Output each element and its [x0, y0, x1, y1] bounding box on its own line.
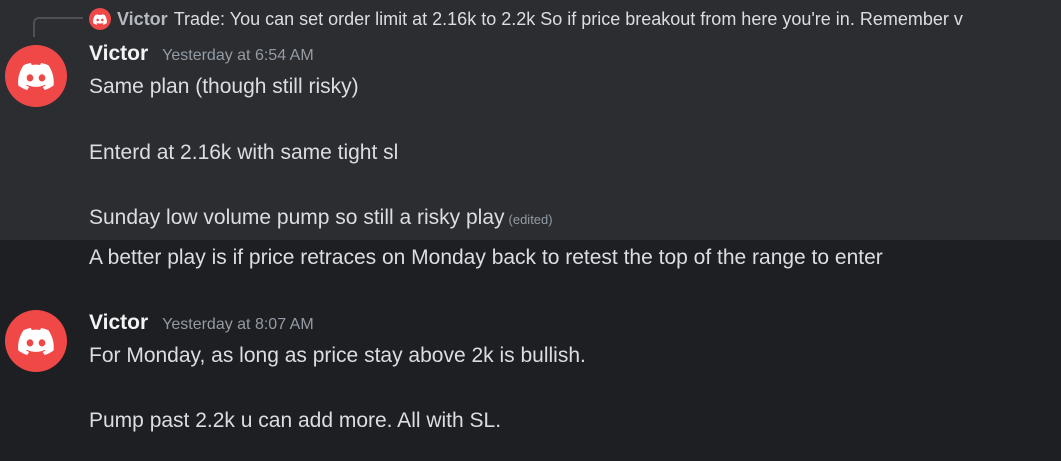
timestamp[interactable]: Yesterday at 6:54 AM: [162, 47, 314, 65]
avatar[interactable]: [5, 45, 67, 107]
message-line: Pump past 2.2k u can add more. All with …: [89, 409, 502, 432]
reply-avatar[interactable]: [89, 8, 111, 30]
reply-text[interactable]: Trade: You can set order limit at 2.16k …: [174, 9, 963, 30]
message-hover-highlight: [0, 0, 1061, 240]
message-line: Same plan (though still risky): [89, 75, 359, 98]
reply-preview[interactable]: Victor Trade: You can set order limit at…: [89, 7, 963, 31]
discord-logo-icon: [93, 13, 107, 25]
message-line: Sunday low volume pump so still a risky …: [89, 206, 553, 230]
message-line: A better play is if price retraces on Mo…: [89, 246, 883, 269]
author-name[interactable]: Victor: [89, 42, 148, 66]
message-header: Victor Yesterday at 8:07 AM: [89, 311, 314, 335]
discord-logo-icon: [18, 327, 54, 355]
message-line-text: Sunday low volume pump so still a risky …: [89, 206, 505, 229]
avatar[interactable]: [5, 310, 67, 372]
message-line: Enterd at 2.16k with same tight sl: [89, 141, 399, 164]
edited-label: (edited): [508, 212, 553, 227]
reply-spine: [33, 17, 83, 37]
discord-logo-icon: [18, 62, 54, 90]
author-name[interactable]: Victor: [89, 311, 148, 335]
chat-messages: Victor Trade: You can set order limit at…: [0, 0, 1061, 461]
message-line: For Monday, as long as price stay above …: [89, 344, 586, 367]
timestamp[interactable]: Yesterday at 8:07 AM: [162, 316, 314, 334]
reply-author[interactable]: Victor: [117, 9, 168, 30]
message-header: Victor Yesterday at 6:54 AM: [89, 42, 314, 66]
